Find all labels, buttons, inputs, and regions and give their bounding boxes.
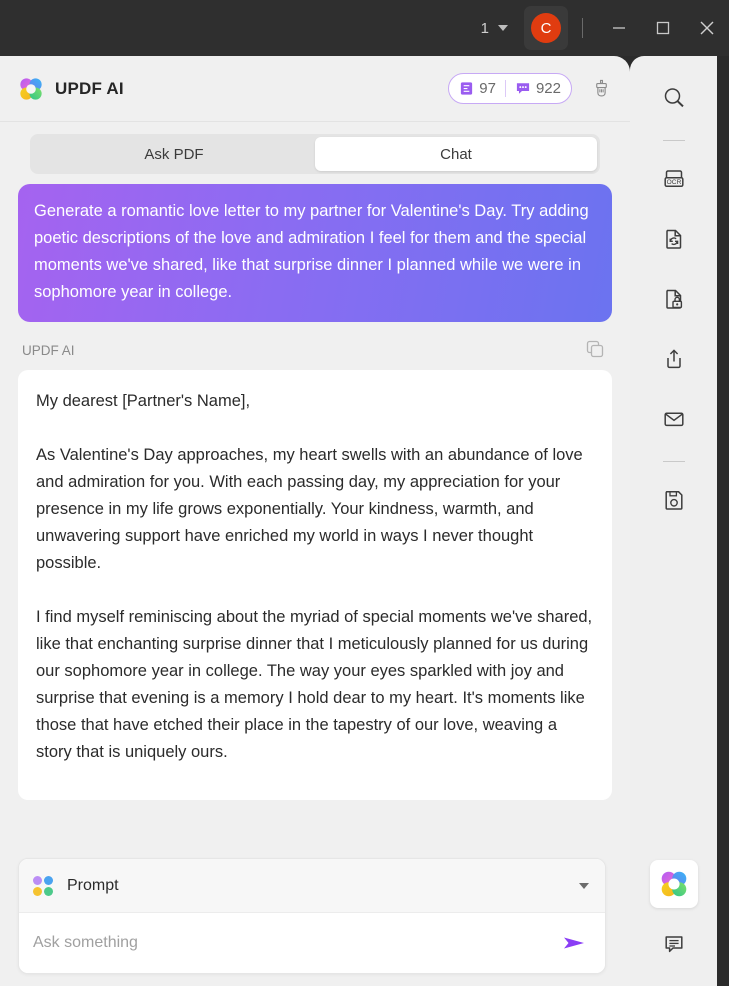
- sidebar-item-ocr[interactable]: OCR: [650, 155, 698, 203]
- title-bar: 1 C: [0, 0, 729, 56]
- chat-credits: 922: [515, 80, 561, 97]
- page-number: 1: [480, 19, 489, 37]
- four-dots-icon: [33, 875, 53, 896]
- tab-chat[interactable]: Chat: [315, 137, 597, 171]
- ai-paragraph: My dearest [Partner's Name],: [36, 392, 251, 410]
- composer: Prompt: [18, 858, 606, 974]
- sidebar-item-search[interactable]: [650, 74, 698, 122]
- account-avatar-button[interactable]: C: [524, 6, 568, 50]
- close-button[interactable]: [685, 7, 729, 49]
- minimize-icon: [613, 27, 625, 29]
- send-button[interactable]: [559, 928, 589, 958]
- brush-icon: [595, 79, 607, 97]
- credits-badge[interactable]: 97 922: [448, 73, 572, 104]
- maximize-button[interactable]: [641, 7, 685, 49]
- titlebar-divider: [582, 18, 583, 38]
- clear-chat-button[interactable]: [588, 76, 614, 102]
- protect-icon: [665, 289, 682, 309]
- ai-paragraph: I find myself reminiscing about the myri…: [36, 608, 593, 761]
- document-credits-value: 97: [479, 80, 496, 97]
- send-arrow-icon: [564, 937, 584, 949]
- sidebar-item-convert[interactable]: [650, 215, 698, 263]
- ai-response-label: UPDF AI: [22, 342, 75, 358]
- brand: UPDF AI: [18, 76, 124, 102]
- mode-tabs: Ask PDF Chat: [30, 134, 600, 174]
- svg-text:OCR: OCR: [666, 179, 681, 186]
- document-icon: [461, 82, 473, 95]
- ai-panel-header: UPDF AI 97 922: [0, 56, 630, 122]
- sidebar-item-email[interactable]: [650, 395, 698, 443]
- convert-icon: [665, 229, 681, 249]
- ai-paragraph: As Valentine's Day approaches, my heart …: [36, 446, 583, 572]
- updf-flower-logo-icon: [20, 77, 42, 100]
- maximize-icon: [656, 21, 670, 35]
- conversation-area: Generate a romantic love letter to my pa…: [0, 184, 630, 818]
- chevron-down-icon: [498, 25, 508, 31]
- ai-response-header: UPDF AI: [18, 338, 612, 370]
- copy-response-button[interactable]: [584, 338, 608, 362]
- page-selector[interactable]: 1: [475, 16, 514, 41]
- updf-ai-icon: [661, 871, 686, 897]
- copy-icon: [586, 340, 604, 358]
- sidebar-item-comment[interactable]: [650, 920, 698, 968]
- right-toolbar: OCR: [630, 56, 717, 986]
- prompt-mode-label: Prompt: [67, 876, 119, 894]
- close-icon: [700, 21, 714, 35]
- tab-ask-pdf[interactable]: Ask PDF: [33, 137, 315, 171]
- email-icon: [663, 412, 684, 427]
- ask-input-row: [19, 913, 605, 973]
- ask-input[interactable]: [33, 934, 559, 952]
- ocr-icon: OCR: [663, 170, 684, 187]
- chevron-down-icon: [579, 882, 589, 889]
- share-icon: [666, 349, 681, 369]
- brand-title: UPDF AI: [55, 78, 124, 98]
- comment-icon: [664, 936, 683, 953]
- sidebar-item-share[interactable]: [650, 335, 698, 383]
- user-message-bubble: Generate a romantic love letter to my pa…: [18, 184, 612, 322]
- save-icon: [664, 491, 683, 510]
- chat-bubble-icon: [516, 83, 530, 94]
- updf-window: 1 C UPDF AI 97 922 Ask PDF Chat Generate…: [0, 0, 729, 986]
- sidebar-item-save[interactable]: [650, 476, 698, 524]
- composer-wrapper: Prompt: [18, 858, 606, 974]
- minimize-button[interactable]: [597, 7, 641, 49]
- sidebar-divider: [662, 140, 685, 141]
- prompt-mode-selector[interactable]: Prompt: [19, 859, 605, 913]
- search-icon: [664, 88, 684, 108]
- sidebar-item-updf-ai[interactable]: [649, 860, 698, 908]
- sidebar-item-protect[interactable]: [650, 275, 698, 323]
- credits-divider: [504, 80, 506, 97]
- avatar: C: [531, 13, 561, 43]
- ai-response-card: My dearest [Partner's Name], As Valentin…: [18, 370, 612, 800]
- mode-tabs-wrapper: Ask PDF Chat: [0, 122, 630, 184]
- updf-ai-panel: UPDF AI 97 922 Ask PDF Chat Generate a r…: [0, 56, 630, 986]
- document-credits: 97: [459, 80, 496, 97]
- sidebar-divider: [662, 461, 685, 462]
- chat-credits-value: 922: [535, 80, 561, 97]
